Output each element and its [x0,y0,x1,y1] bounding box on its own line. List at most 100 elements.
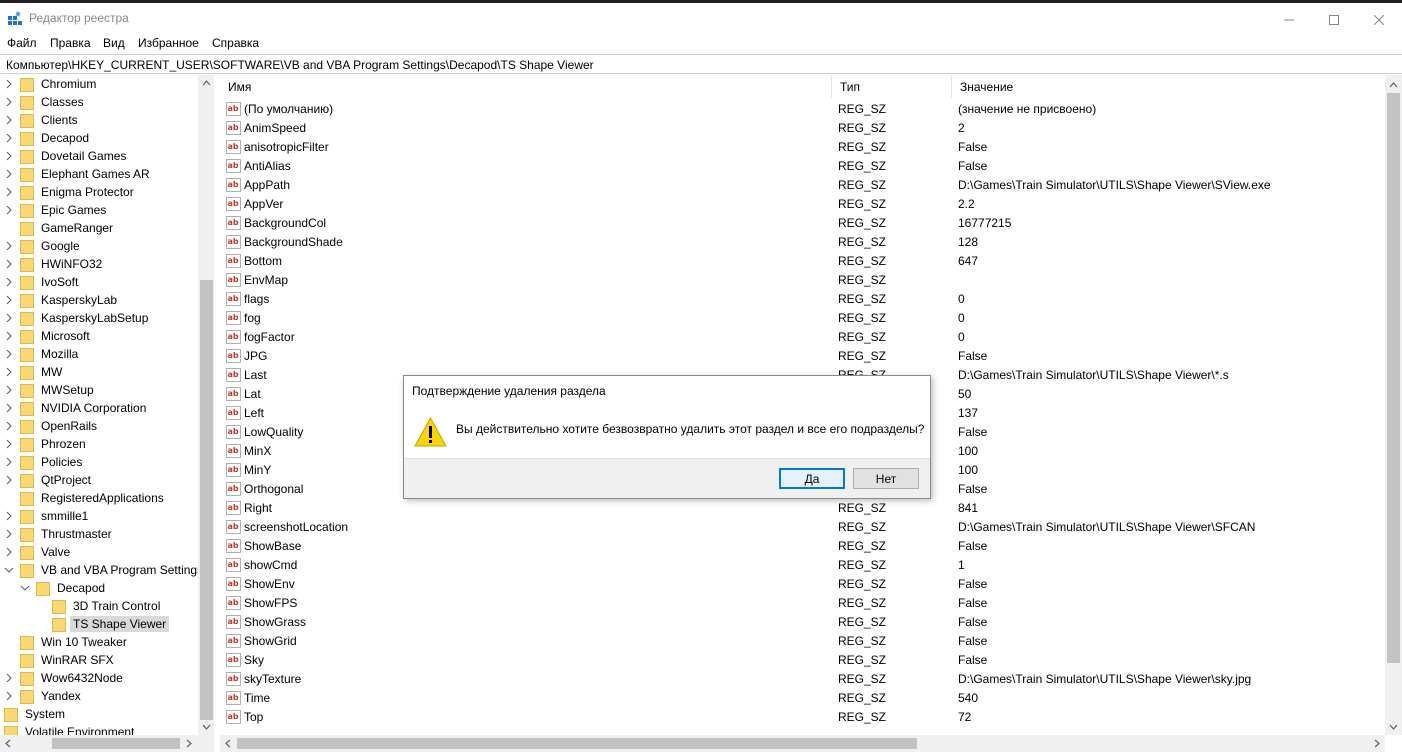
table-row[interactable]: ab Sky REG_SZ False [220,651,1385,670]
address-bar[interactable]: Компьютер\HKEY_CURRENT_USER\SOFTWARE\VB … [0,54,1402,74]
chevron-right-icon[interactable] [4,277,14,287]
table-row[interactable]: ab screenshotLocation REG_SZ D:\Games\Train… [220,518,1385,537]
list-scroll-thumb[interactable] [1387,93,1400,663]
chevron-right-icon[interactable] [4,439,14,449]
chevron-right-icon[interactable] [4,673,14,683]
tree-item[interactable]: Classes [4,93,87,111]
chevron-down-icon[interactable] [20,583,30,593]
tree-scroll-thumb[interactable] [200,280,213,720]
tree-item[interactable]: OpenRails [4,417,100,435]
chevron-right-icon[interactable] [4,79,14,89]
tree-item[interactable]: MW [4,363,65,381]
tree-item[interactable]: Thrustmaster [4,525,115,543]
table-row[interactable]: ab Top REG_SZ 72 [220,708,1385,727]
table-row[interactable]: ab AppVer REG_SZ 2.2 [220,195,1385,214]
minimize-button[interactable] [1266,6,1312,34]
column-header-name[interactable]: Имя [220,75,832,99]
chevron-right-icon[interactable] [4,457,14,467]
chevron-right-icon[interactable] [4,115,14,125]
tree-item[interactable]: MWSetup [4,381,97,399]
no-button[interactable]: Нет [853,468,919,489]
tree-item[interactable]: Google [4,237,83,255]
table-row[interactable]: ab AppPath REG_SZ D:\Games\Train Simulator\… [220,176,1385,195]
tree-item[interactable]: HWiNFO32 [4,255,105,273]
tree-item[interactable]: TS Shape Viewer [36,615,170,633]
table-row[interactable]: ab JPG REG_SZ False [220,347,1385,366]
chevron-right-icon[interactable] [4,259,14,269]
list-hscroll-thumb[interactable] [237,738,917,749]
list-horizontal-scrollbar[interactable] [220,735,1385,752]
tree-item[interactable]: IvoSoft [4,273,81,291]
scroll-left-icon[interactable] [220,735,237,752]
table-row[interactable]: ab ShowBase REG_SZ False [220,537,1385,556]
table-row[interactable]: ab BackgroundCol REG_SZ 16777215 [220,214,1385,233]
table-row[interactable]: ab Right REG_SZ 841 [220,499,1385,518]
tree-item[interactable]: Enigma Protector [4,183,137,201]
chevron-right-icon[interactable] [4,187,14,197]
tree-item[interactable]: RegisteredApplications [4,489,167,507]
chevron-right-icon[interactable] [4,241,14,251]
chevron-right-icon[interactable] [4,295,14,305]
table-row[interactable]: ab Time REG_SZ 540 [220,689,1385,708]
menu-help[interactable]: Справка [212,36,259,50]
chevron-right-icon[interactable] [4,169,14,179]
table-row[interactable]: ab ShowGrass REG_SZ False [220,613,1385,632]
scroll-left-icon[interactable] [0,735,17,752]
table-row[interactable]: ab ShowFPS REG_SZ False [220,594,1385,613]
chevron-right-icon[interactable] [4,205,14,215]
tree-horizontal-scrollbar[interactable] [0,735,215,752]
tree-item[interactable]: Dovetail Games [4,147,129,165]
tree-item[interactable]: System [0,705,68,723]
tree-item[interactable]: NVIDIA Corporation [4,399,149,417]
tree-item[interactable]: Epic Games [4,201,109,219]
chevron-right-icon[interactable] [4,133,14,143]
table-row[interactable]: ab fog REG_SZ 0 [220,309,1385,328]
chevron-right-icon[interactable] [4,151,14,161]
tree-item[interactable]: QtProject [4,471,94,489]
tree-hscroll-thumb[interactable] [52,738,180,749]
chevron-right-icon[interactable] [4,97,14,107]
list-vertical-scrollbar[interactable] [1385,75,1402,735]
menu-file[interactable]: Файл [7,36,37,50]
column-header-type[interactable]: Тип [832,75,952,99]
chevron-right-icon[interactable] [4,547,14,557]
tree-item[interactable]: Decapod [20,579,108,597]
tree-item[interactable]: 3D Train Control [36,597,163,615]
tree-item[interactable]: Microsoft [4,327,93,345]
scroll-right-icon[interactable] [180,735,197,752]
tree-item[interactable]: Win 10 Tweaker [4,633,130,651]
chevron-right-icon[interactable] [4,367,14,377]
scroll-down-icon[interactable] [1385,718,1402,735]
tree-item[interactable]: KasperskyLabSetup [4,309,151,327]
table-row[interactable]: ab ShowEnv REG_SZ False [220,575,1385,594]
chevron-right-icon[interactable] [4,529,14,539]
scroll-right-icon[interactable] [1368,735,1385,752]
menu-favorites[interactable]: Избранное [138,36,199,50]
tree-item[interactable]: GameRanger [4,219,116,237]
table-row[interactable]: ab AntiAlias REG_SZ False [220,157,1385,176]
tree-item[interactable]: Chromium [4,75,99,93]
column-header-value[interactable]: Значение [952,75,1385,99]
tree-item[interactable]: Yandex [4,687,84,705]
chevron-right-icon[interactable] [4,385,14,395]
tree-item[interactable]: VB and VBA Program Settings [4,561,206,579]
tree-item[interactable]: WinRAR SFX [4,651,117,669]
table-row[interactable]: ab fogFactor REG_SZ 0 [220,328,1385,347]
tree-item[interactable]: Elephant Games AR [4,165,153,183]
table-row[interactable]: ab anisotropicFilter REG_SZ False [220,138,1385,157]
chevron-right-icon[interactable] [4,511,14,521]
scroll-up-icon[interactable] [1385,77,1402,94]
table-row[interactable]: ab ShowGrid REG_SZ False [220,632,1385,651]
chevron-right-icon[interactable] [4,403,14,413]
table-row[interactable]: ab (По умолчанию) REG_SZ (значение не присв… [220,100,1385,119]
tree-item[interactable]: Decapod [4,129,92,147]
tree-item[interactable]: Wow6432Node [4,669,126,687]
title-bar[interactable]: Редактор реестра [0,3,1402,33]
tree-item[interactable]: smmille1 [4,507,91,525]
chevron-right-icon[interactable] [4,475,14,485]
address-path[interactable]: Компьютер\HKEY_CURRENT_USER\SOFTWARE\VB … [6,58,594,72]
maximize-button[interactable] [1311,6,1357,34]
table-row[interactable]: ab showCmd REG_SZ 1 [220,556,1385,575]
chevron-right-icon[interactable] [4,313,14,323]
table-row[interactable]: ab BackgroundShade REG_SZ 128 [220,233,1385,252]
